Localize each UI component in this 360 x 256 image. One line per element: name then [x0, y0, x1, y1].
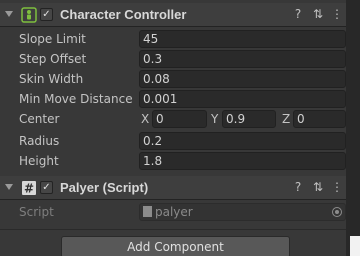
skin-width-field[interactable]: 0.08: [139, 70, 346, 88]
skin-width-row: Skin Width 0.08: [0, 69, 346, 89]
step-offset-row: Step Offset 0.3: [0, 49, 346, 69]
min-move-distance-label: Min Move Distance: [19, 92, 133, 106]
enabled-checkbox[interactable]: ✓: [40, 8, 53, 21]
add-component-button[interactable]: Add Component: [61, 236, 290, 256]
slope-limit-field[interactable]: 45: [139, 30, 346, 48]
preset-settings-icon[interactable]: ⇅: [311, 180, 325, 194]
object-picker-icon[interactable]: [332, 207, 342, 217]
radius-label: Radius: [19, 134, 60, 148]
radius-field[interactable]: 0.2: [139, 132, 346, 150]
script-object-field[interactable]: palyer: [139, 203, 346, 221]
center-y-label[interactable]: Y: [211, 112, 218, 126]
character-controller-header[interactable]: ✓ Character Controller ? ⇅ ⋮: [0, 3, 346, 27]
script-component-title: Palyer (Script): [60, 180, 149, 195]
foldout-arrow-icon[interactable]: [5, 11, 13, 17]
section-divider: [0, 229, 346, 230]
script-hash-glyph: #: [24, 182, 34, 196]
script-hash-icon: #: [22, 181, 36, 196]
center-z-field[interactable]: 0: [293, 110, 346, 128]
window-edge: [350, 236, 360, 256]
scrollbar[interactable]: [346, 0, 360, 256]
radius-row: Radius 0.2: [0, 131, 346, 151]
step-offset-label: Step Offset: [19, 52, 87, 66]
height-field[interactable]: 1.8: [139, 152, 346, 170]
slope-limit-row: Slope Limit 45: [0, 29, 346, 49]
height-label: Height: [19, 154, 59, 168]
script-row: Script palyer: [0, 202, 346, 222]
context-menu-icon[interactable]: ⋮: [330, 7, 344, 21]
center-row: Center X 0 Y 0.9 Z 0: [0, 109, 346, 129]
min-move-distance-field[interactable]: 0.001: [139, 90, 346, 108]
script-enabled-checkbox[interactable]: ✓: [40, 181, 53, 194]
center-z-label[interactable]: Z: [282, 112, 290, 126]
preset-settings-icon[interactable]: ⇅: [311, 7, 325, 21]
height-row: Height 1.8: [0, 151, 346, 171]
script-file-icon: [143, 206, 152, 217]
center-label: Center: [19, 112, 60, 126]
slope-limit-label: Slope Limit: [19, 32, 86, 46]
skin-width-label: Skin Width: [19, 72, 84, 86]
script-label: Script: [19, 205, 54, 219]
script-value: palyer: [155, 205, 193, 219]
help-icon[interactable]: ?: [291, 7, 305, 21]
script-component-header[interactable]: # ✓ Palyer (Script) ? ⇅ ⋮: [0, 176, 346, 200]
character-controller-icon: [21, 7, 37, 23]
center-x-label[interactable]: X: [141, 112, 149, 126]
min-move-distance-row: Min Move Distance 0.001: [0, 89, 346, 109]
step-offset-field[interactable]: 0.3: [139, 50, 346, 68]
help-icon[interactable]: ?: [291, 180, 305, 194]
foldout-arrow-icon[interactable]: [5, 184, 13, 190]
center-y-field[interactable]: 0.9: [222, 110, 276, 128]
center-x-field[interactable]: 0: [152, 110, 207, 128]
component-title: Character Controller: [60, 7, 187, 22]
context-menu-icon[interactable]: ⋮: [330, 180, 344, 194]
